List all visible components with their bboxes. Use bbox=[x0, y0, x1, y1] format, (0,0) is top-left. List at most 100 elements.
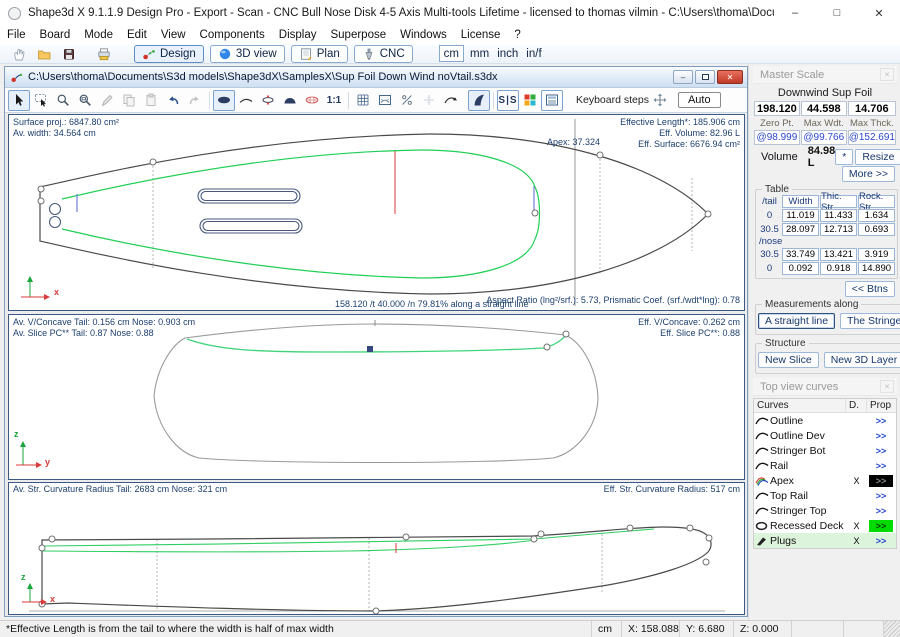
table-cell[interactable]: 12.713 bbox=[820, 223, 857, 236]
table-cell[interactable]: 0.918 bbox=[820, 262, 857, 275]
symmetry-button[interactable]: S|S bbox=[497, 90, 519, 111]
percent-button[interactable] bbox=[396, 90, 418, 111]
unit-cm[interactable]: cm bbox=[439, 45, 464, 62]
zoom-tool-button[interactable] bbox=[52, 90, 74, 111]
fins-button[interactable] bbox=[468, 90, 490, 111]
recessed-deck-curve[interactable] bbox=[62, 150, 540, 278]
select-zone-button[interactable] bbox=[30, 90, 52, 111]
curve-row-outline-dev[interactable]: Outline Dev >> bbox=[754, 428, 896, 443]
copy-button[interactable] bbox=[118, 90, 140, 111]
top-view-curves-header[interactable]: Top view curves ✕ bbox=[753, 378, 897, 396]
grid-button[interactable] bbox=[352, 90, 374, 111]
menu-superpose[interactable]: Superpose bbox=[323, 29, 393, 41]
open-file-icon[interactable] bbox=[31, 45, 56, 63]
width-field[interactable]: 44.598 bbox=[801, 101, 847, 116]
thickness-view-button[interactable] bbox=[257, 90, 279, 111]
doc-close-button[interactable]: ✕ bbox=[717, 70, 743, 84]
hand-tool-icon[interactable] bbox=[6, 45, 31, 63]
print-icon[interactable] bbox=[91, 45, 116, 63]
profile-view-panel[interactable]: Av. Str. Curvature Radius Tail: 2683 cm … bbox=[8, 482, 745, 615]
app-titlebar[interactable]: Shape3d X 9.1.1.9 Design Pro - Export - … bbox=[0, 0, 900, 26]
curve-prop-button[interactable]: >> bbox=[869, 430, 893, 442]
curve-arrow-button[interactable] bbox=[440, 90, 462, 111]
curve-row-outline[interactable]: Outline >> bbox=[754, 413, 896, 428]
one-to-one-button[interactable]: 1:1 bbox=[323, 90, 345, 111]
menu-mode[interactable]: Mode bbox=[77, 29, 120, 41]
profile-outline-curve[interactable] bbox=[42, 527, 711, 611]
slices-view-button[interactable] bbox=[279, 90, 301, 111]
measure-tool-button[interactable] bbox=[96, 90, 118, 111]
table-cell[interactable]: 1.634 bbox=[858, 209, 895, 222]
straight-line-button[interactable]: A straight line bbox=[758, 313, 835, 329]
maximize-button[interactable]: □ bbox=[816, 0, 858, 26]
board-outline-curve[interactable] bbox=[40, 134, 708, 294]
max-thck-field[interactable]: @152.691 bbox=[848, 130, 896, 145]
rocker-view-button[interactable] bbox=[235, 90, 257, 111]
resize-button[interactable]: Resize bbox=[855, 149, 900, 165]
unit-inf[interactable]: in/f bbox=[522, 48, 545, 60]
menu-view[interactable]: View bbox=[154, 29, 193, 41]
3d-view-button[interactable]: 3D view bbox=[210, 45, 285, 63]
menu-components[interactable]: Components bbox=[193, 29, 272, 41]
slice-panel-button[interactable] bbox=[374, 90, 396, 111]
curve-row-plugs[interactable]: Plugs X >> bbox=[754, 533, 896, 548]
master-scale-header[interactable]: Master Scale ✕ bbox=[753, 66, 897, 84]
table-cell[interactable]: 3.919 bbox=[858, 248, 895, 261]
design-mode-button[interactable]: Design bbox=[134, 45, 204, 63]
curve-row-rail[interactable]: Rail >> bbox=[754, 458, 896, 473]
new-3d-layer-button[interactable]: New 3D Layer bbox=[824, 352, 900, 368]
guides-button[interactable] bbox=[418, 90, 440, 111]
redo-button[interactable] bbox=[184, 90, 206, 111]
table-cell[interactable]: 11.019 bbox=[782, 209, 819, 222]
slice-view-panel[interactable]: Av. V/Concave Tail: 0.156 cm Nose: 0.903… bbox=[8, 314, 745, 480]
more-button[interactable]: More >> bbox=[842, 166, 895, 182]
zero-pt-field[interactable]: @98.999 bbox=[754, 130, 800, 145]
doc-minimize-button[interactable]: – bbox=[673, 70, 693, 84]
table-cell[interactable]: 0.693 bbox=[858, 223, 895, 236]
document-titlebar[interactable]: C:\Users\thoma\Documents\S3d models\Shap… bbox=[5, 67, 747, 88]
curve-prop-button[interactable]: >> bbox=[869, 520, 893, 532]
curve-prop-button[interactable]: >> bbox=[869, 490, 893, 502]
selected-control-point[interactable] bbox=[367, 346, 373, 352]
curve-display-flag[interactable]: X bbox=[847, 521, 866, 531]
curve-row-recessed-deck[interactable]: Recessed Deck X >> bbox=[754, 518, 896, 533]
paste-button[interactable] bbox=[140, 90, 162, 111]
table-cell[interactable]: 33.749 bbox=[782, 248, 819, 261]
curve-prop-button[interactable]: >> bbox=[869, 475, 893, 487]
length-field[interactable]: 198.120 bbox=[754, 101, 800, 116]
new-slice-button[interactable]: New Slice bbox=[758, 352, 819, 368]
outline-view-panel[interactable]: Surface proj.: 6847.80 cm² Av. width: 34… bbox=[8, 114, 745, 311]
auto-button[interactable]: Auto bbox=[678, 92, 721, 108]
outline-view-button[interactable] bbox=[213, 90, 235, 111]
menu-file[interactable]: File bbox=[0, 29, 33, 41]
close-button[interactable]: ✕ bbox=[858, 0, 900, 26]
move-steps-button[interactable] bbox=[649, 90, 671, 111]
thickness-field[interactable]: 14.706 bbox=[848, 101, 896, 116]
slice-outline-curve[interactable] bbox=[154, 324, 598, 463]
menu-board[interactable]: Board bbox=[33, 29, 78, 41]
menu-windows[interactable]: Windows bbox=[393, 29, 454, 41]
cnc-button[interactable]: CNC bbox=[354, 45, 413, 63]
unit-mm[interactable]: mm bbox=[466, 48, 493, 60]
doc-restore-button[interactable] bbox=[695, 70, 715, 84]
menu-display[interactable]: Display bbox=[272, 29, 324, 41]
curve-prop-button[interactable]: >> bbox=[869, 415, 893, 427]
plugs[interactable] bbox=[50, 204, 61, 228]
save-icon[interactable] bbox=[56, 45, 81, 63]
outline-control-points[interactable] bbox=[38, 152, 711, 217]
curve-display-flag[interactable]: X bbox=[847, 476, 866, 486]
max-wdt-field[interactable]: @99.766 bbox=[801, 130, 847, 145]
curve-row-stringer-top[interactable]: Stringer Top >> bbox=[754, 503, 896, 518]
table-cell[interactable]: 13.421 bbox=[820, 248, 857, 261]
master-scale-close-icon[interactable]: ✕ bbox=[880, 68, 894, 81]
slice-deck-curve[interactable] bbox=[187, 335, 566, 352]
menu-license[interactable]: License bbox=[454, 29, 508, 41]
stringer-button[interactable]: The Stringer bbox=[840, 313, 900, 329]
minimize-button[interactable]: – bbox=[774, 0, 816, 26]
curve-row-top-rail[interactable]: Top Rail >> bbox=[754, 488, 896, 503]
curve-prop-button[interactable]: >> bbox=[869, 535, 893, 547]
menu-help[interactable]: ? bbox=[507, 29, 527, 41]
top-view-curves-close-icon[interactable]: ✕ bbox=[880, 380, 894, 393]
properties-panel-button[interactable] bbox=[541, 90, 563, 111]
wireframe-view-button[interactable] bbox=[301, 90, 323, 111]
